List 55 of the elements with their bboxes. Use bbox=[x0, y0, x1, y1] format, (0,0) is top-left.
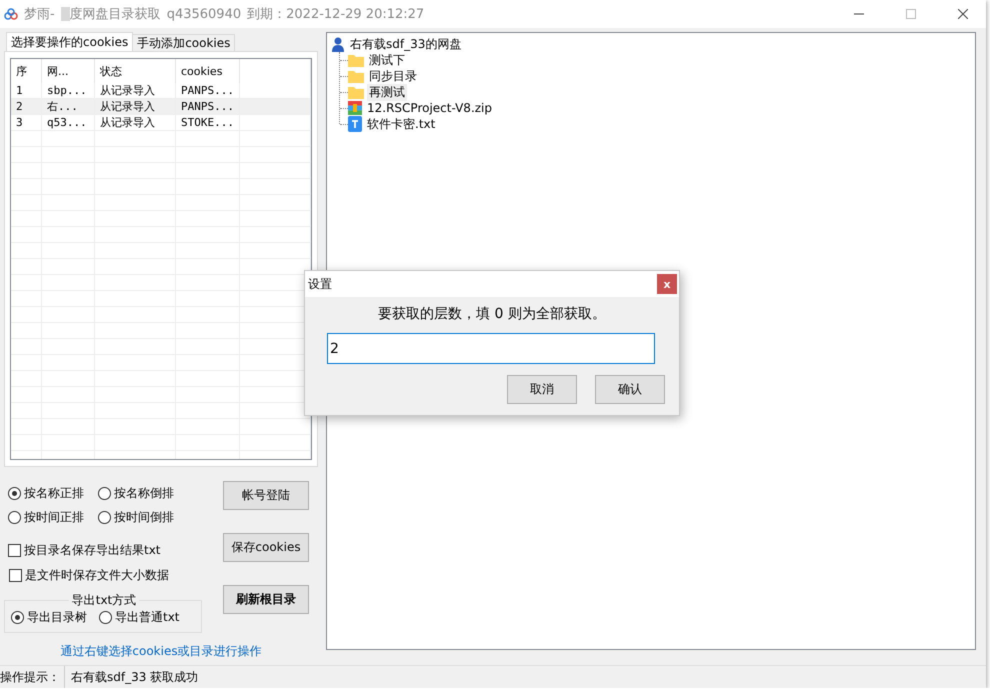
option-checkbox[interactable]: 按目录名保存导出结果txt bbox=[8, 542, 218, 559]
folder-icon bbox=[348, 86, 364, 98]
dialog-title: 设置 bbox=[308, 276, 332, 292]
action-button[interactable]: 帐号登陆 bbox=[223, 481, 309, 510]
input-field[interactable]: 2 bbox=[327, 333, 655, 364]
sort-radio[interactable]: 按名称倒排 bbox=[98, 485, 198, 502]
cloud-logo-icon bbox=[4, 8, 18, 20]
window-title: 度网盘目录获取 bbox=[70, 6, 161, 23]
sort-radio[interactable]: 按时间正排 bbox=[8, 509, 98, 526]
user-icon bbox=[331, 36, 345, 52]
table-cell: q53... bbox=[42, 114, 94, 130]
tab[interactable]: 手动添加cookies bbox=[132, 34, 236, 51]
table-cell: PANPS... bbox=[176, 98, 240, 114]
table-cell: 1 bbox=[11, 83, 42, 98]
folder-icon bbox=[348, 54, 364, 66]
folder-icon bbox=[348, 70, 364, 82]
account-id: q43560940 bbox=[166, 6, 242, 22]
action-button[interactable]: 刷新根目录 bbox=[223, 585, 309, 614]
close-icon bbox=[958, 9, 968, 19]
tree-item[interactable]: 12.RSCProject-V8.zip bbox=[365, 101, 494, 115]
tree-item[interactable]: 软件卡密.txt bbox=[365, 116, 438, 132]
dialog-button[interactable]: 取消 bbox=[507, 375, 577, 404]
table-cell: 从记录导入 bbox=[94, 83, 176, 98]
option-checkbox[interactable]: 是文件时保存文件大小数据 bbox=[9, 567, 218, 584]
tree-item[interactable]: 同步目录 bbox=[367, 68, 419, 84]
export-radio[interactable]: 导出普通txt bbox=[99, 609, 180, 626]
dialog-prompt: 要获取的层数，填 0 则为全部获取。 bbox=[377, 305, 607, 323]
table-cell: 从记录导入 bbox=[94, 114, 176, 130]
table-cell: 3 bbox=[11, 114, 42, 130]
table-cell: STOKE... bbox=[176, 114, 240, 130]
group-title: 导出txt方式 bbox=[70, 592, 138, 609]
action-button[interactable]: 保存cookies bbox=[223, 533, 309, 562]
archive-icon bbox=[348, 101, 362, 115]
sort-radio[interactable]: 按时间倒排 bbox=[98, 509, 198, 526]
tree-item[interactable]: 测试下 bbox=[367, 52, 407, 68]
close-button[interactable]: x bbox=[657, 274, 677, 294]
text-file-icon bbox=[348, 116, 362, 132]
redaction-block bbox=[60, 7, 70, 21]
table-cell: 右... bbox=[42, 98, 94, 114]
maximize-icon bbox=[906, 9, 916, 19]
status-label: 操作提示： bbox=[0, 666, 65, 688]
export-radio[interactable]: 导出目录树 bbox=[11, 609, 87, 626]
table-cell: sbp... bbox=[42, 83, 94, 98]
window-title: 梦雨- bbox=[24, 6, 55, 23]
table-cell: 2 bbox=[11, 98, 42, 114]
table-cell: PANPS... bbox=[176, 83, 240, 98]
tree-item[interactable]: 再测试 bbox=[367, 84, 407, 100]
expiry-date: 到期：2022-12-29 20:12:27 bbox=[247, 6, 424, 23]
hint-link[interactable]: 通过右键选择cookies或目录进行操作 bbox=[4, 643, 318, 660]
tree-root[interactable]: 右有载sdf_33的网盘 bbox=[348, 36, 464, 52]
tab[interactable]: 选择要操作的cookies bbox=[6, 32, 134, 51]
table-cell: 从记录导入 bbox=[94, 98, 176, 114]
dialog-button[interactable]: 确认 bbox=[595, 375, 665, 404]
status-message: 右有载sdf_33 获取成功 bbox=[70, 668, 198, 686]
sort-radio[interactable]: 按名称正排 bbox=[8, 485, 98, 502]
